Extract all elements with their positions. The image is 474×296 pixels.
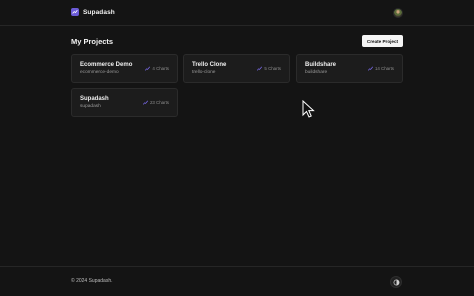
top-navbar: Supadash — [0, 0, 474, 26]
chart-icon — [145, 66, 151, 71]
copyright-text: © 2024 Supadash. — [71, 278, 113, 284]
project-name: Trello Clone — [192, 62, 227, 68]
project-card-buildshare[interactable]: Buildshare buildshare 14 Charts — [296, 54, 403, 83]
project-name: Supadash — [80, 96, 109, 102]
project-name: Ecommerce Demo — [80, 62, 133, 68]
chart-icon — [368, 66, 373, 71]
project-slug: trello-clone — [192, 70, 216, 75]
chart-icon — [143, 100, 148, 105]
chart-count: 14 Charts — [374, 66, 394, 71]
theme-toggle-icon — [393, 279, 399, 285]
footer: © 2024 Supadash. — [0, 266, 474, 296]
project-slug: supadash — [80, 104, 101, 109]
project-slug: buildshare — [305, 70, 328, 75]
brand-link[interactable]: Supadash — [71, 8, 115, 16]
chart-count-badge: 4 Charts — [145, 66, 169, 71]
chart-count-badge: 14 Charts — [368, 66, 394, 71]
chart-count: 4 Charts — [152, 66, 169, 71]
theme-toggle-button[interactable] — [390, 276, 402, 288]
project-card-trello-clone[interactable]: Trello Clone trello-clone 5 Charts — [183, 54, 290, 83]
page-title: My Projects — [71, 37, 114, 46]
chart-count-badge: 5 Charts — [257, 66, 281, 71]
project-card-ecommerce-demo[interactable]: Ecommerce Demo ecommerce-demo 4 Charts — [71, 54, 178, 83]
mouse-cursor-icon — [302, 100, 315, 118]
brand-name: Supadash — [83, 8, 115, 16]
chart-icon — [257, 66, 263, 71]
chart-count-badge: 23 Charts — [143, 100, 169, 105]
page: Supadash My Projects Create Project Ecom… — [0, 0, 474, 296]
chart-count: 5 Charts — [264, 66, 281, 71]
chart-count: 23 Charts — [149, 100, 169, 105]
project-card-supadash[interactable]: Supadash supadash 23 Charts — [71, 88, 178, 117]
user-avatar[interactable] — [393, 8, 403, 18]
chart-logo-icon — [71, 8, 79, 16]
create-project-button[interactable]: Create Project — [362, 35, 403, 47]
project-name: Buildshare — [305, 62, 337, 68]
project-slug: ecommerce-demo — [80, 70, 119, 75]
